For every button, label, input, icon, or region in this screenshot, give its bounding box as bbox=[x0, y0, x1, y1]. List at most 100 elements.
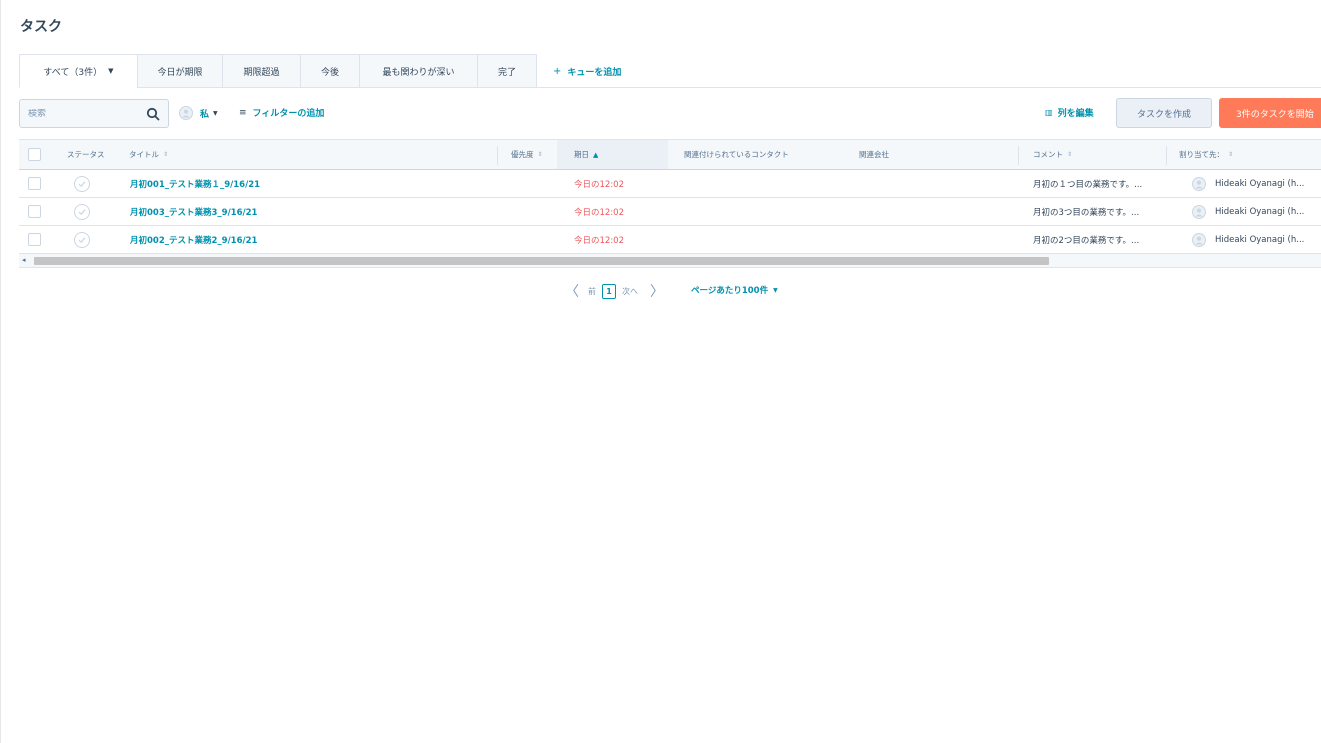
table-row: 月初001_テスト業務１_9/16/21 今日の12:02 月初の１つ目の業務で… bbox=[19, 170, 1321, 198]
column-header-company[interactable]: 関連会社 bbox=[859, 140, 889, 169]
comment-text: 月初の3つ目の業務です。... bbox=[1033, 207, 1140, 218]
assignee-name: Hideaki Oyanagi (h... bbox=[1215, 178, 1305, 189]
tab-completed[interactable]: 完了 bbox=[477, 54, 537, 88]
column-header-title[interactable]: タイトル ⇕ bbox=[129, 140, 168, 169]
add-filter-button[interactable]: ≡ フィルターの追加 bbox=[239, 106, 325, 120]
app-frame: タスク すべて（3件） ▼ 今日が期限 期限超過 今後 最も関わりが深い 完了 … bbox=[0, 0, 1321, 743]
tab-overdue[interactable]: 期限超過 bbox=[222, 54, 300, 88]
column-header-due-label: 期日 bbox=[574, 150, 589, 159]
column-header-title-label: タイトル bbox=[129, 150, 159, 159]
add-filter-label: フィルターの追加 bbox=[252, 109, 325, 119]
tabs-divider bbox=[537, 87, 1321, 88]
complete-check-icon[interactable] bbox=[74, 175, 90, 192]
task-title-link[interactable]: 月初002_テスト業務2_9/16/21 bbox=[130, 226, 257, 253]
current-page[interactable]: 1 bbox=[602, 283, 616, 299]
page-title: タスク bbox=[20, 19, 62, 35]
column-header-priority[interactable]: 優先度 ⇕ bbox=[511, 140, 543, 169]
add-queue-label: キューを追加 bbox=[567, 67, 622, 78]
row-checkbox[interactable] bbox=[28, 177, 41, 190]
avatar-icon bbox=[1192, 204, 1206, 219]
complete-check-icon[interactable] bbox=[74, 231, 90, 248]
complete-check-icon[interactable] bbox=[74, 203, 90, 220]
assignee-name: Hideaki Oyanagi (h... bbox=[1215, 234, 1305, 245]
edit-columns-button[interactable]: ▥ 列を編集 bbox=[1045, 106, 1094, 119]
column-header-contacts[interactable]: 関連付けられているコンタクト bbox=[684, 140, 789, 169]
status-cell bbox=[74, 170, 90, 197]
assignee-cell: Hideaki Oyanagi (h... bbox=[1192, 226, 1304, 253]
task-title-link[interactable]: 月初001_テスト業務１_9/16/21 bbox=[130, 170, 260, 197]
chevron-right-icon[interactable]: 〉 bbox=[650, 281, 664, 301]
task-title-link[interactable]: 月初003_テスト業務3_9/16/21 bbox=[130, 198, 257, 225]
per-page-label: ページあたり100件 bbox=[691, 286, 769, 296]
avatar-icon bbox=[1192, 176, 1206, 191]
create-task-button[interactable]: タスクを作成 bbox=[1116, 98, 1212, 128]
column-header-priority-label: 優先度 bbox=[511, 150, 534, 159]
select-all-checkbox[interactable] bbox=[28, 148, 41, 161]
owner-filter-label: 私 bbox=[200, 109, 210, 120]
tab-all[interactable]: すべて（3件） ▼ bbox=[19, 54, 137, 88]
add-queue-button[interactable]: + キューを追加 bbox=[553, 54, 621, 88]
select-all-checkbox-cell bbox=[28, 140, 41, 169]
table-row: 月初003_テスト業務3_9/16/21 今日の12:02 月初の3つ目の業務で… bbox=[19, 198, 1321, 226]
status-cell bbox=[74, 226, 90, 253]
tab-upcoming-label: 今後 bbox=[320, 67, 339, 78]
tasks-table: ステータス タイトル ⇕ 優先度 ⇕ 期日 ▲ 関連付けられているコンタクト 関… bbox=[19, 139, 1321, 254]
column-header-due[interactable]: 期日 ▲ bbox=[574, 140, 598, 169]
row-checkbox-cell bbox=[28, 226, 41, 253]
per-page-dropdown[interactable]: ページあたり100件 ▼ bbox=[691, 284, 778, 296]
row-checkbox-cell bbox=[28, 198, 41, 225]
tab-all-label: すべて（3件） bbox=[43, 67, 103, 78]
start-tasks-button[interactable]: 3件のタスクを開始 bbox=[1219, 98, 1321, 128]
prev-page-button[interactable]: 前 bbox=[588, 286, 596, 297]
sort-icon: ⇕ bbox=[537, 151, 543, 158]
comment-text: 月初の１つ目の業務です。... bbox=[1033, 179, 1143, 190]
scrollbar-thumb[interactable] bbox=[34, 257, 1049, 265]
row-checkbox-cell bbox=[28, 170, 41, 197]
column-divider bbox=[1018, 146, 1019, 165]
tab-completed-label: 完了 bbox=[497, 67, 516, 78]
tab-upcoming[interactable]: 今後 bbox=[300, 54, 359, 88]
column-header-status[interactable]: ステータス bbox=[67, 140, 105, 169]
search-input[interactable] bbox=[28, 108, 138, 119]
caret-down-icon: ▼ bbox=[213, 109, 218, 117]
scroll-left-icon[interactable]: ◂ bbox=[22, 256, 26, 264]
column-header-comment-label: コメント bbox=[1033, 150, 1063, 159]
sort-icon: ⇕ bbox=[1228, 151, 1234, 158]
horizontal-scrollbar[interactable]: ◂ bbox=[19, 254, 1321, 268]
search-icon[interactable] bbox=[146, 107, 160, 121]
column-divider bbox=[1166, 146, 1167, 165]
avatar-icon bbox=[1192, 232, 1206, 247]
column-header-company-label: 関連会社 bbox=[859, 150, 889, 159]
tab-due-today-label: 今日が期限 bbox=[157, 67, 203, 78]
column-header-status-label: ステータス bbox=[67, 150, 105, 159]
avatar-icon bbox=[179, 106, 193, 120]
column-header-assignee[interactable]: 割り当て先： ⇕ bbox=[1179, 140, 1233, 169]
table-row: 月初002_テスト業務2_9/16/21 今日の12:02 月初の2つ目の業務で… bbox=[19, 226, 1321, 254]
due-date: 今日の12:02 bbox=[574, 207, 624, 218]
status-cell bbox=[74, 198, 90, 225]
assignee-cell: Hideaki Oyanagi (h... bbox=[1192, 170, 1304, 197]
tab-most-engaged[interactable]: 最も関わりが深い bbox=[359, 54, 477, 88]
chevron-left-icon[interactable]: 〈 bbox=[565, 281, 579, 301]
assignee-name: Hideaki Oyanagi (h... bbox=[1215, 206, 1305, 217]
sort-icon: ⇕ bbox=[163, 151, 169, 158]
row-checkbox[interactable] bbox=[28, 233, 41, 246]
due-date: 今日の12:02 bbox=[574, 235, 624, 246]
owner-filter-dropdown[interactable]: 私 ▼ bbox=[179, 106, 218, 120]
columns-icon: ▥ bbox=[1045, 108, 1053, 117]
column-header-comment[interactable]: コメント ⇕ bbox=[1033, 140, 1072, 169]
plus-icon: + bbox=[553, 65, 562, 77]
next-page-button[interactable]: 次へ bbox=[622, 286, 638, 297]
edit-columns-label: 列を編集 bbox=[1057, 109, 1094, 119]
comment-text: 月初の2つ目の業務です。... bbox=[1033, 235, 1140, 246]
column-header-contacts-label: 関連付けられているコンタクト bbox=[684, 150, 789, 159]
due-date: 今日の12:02 bbox=[574, 179, 624, 190]
table-header: ステータス タイトル ⇕ 優先度 ⇕ 期日 ▲ 関連付けられているコンタクト 関… bbox=[19, 139, 1321, 170]
pagination: 〈 前 1 次へ 〉 bbox=[565, 281, 664, 301]
column-divider bbox=[497, 146, 498, 165]
search-box bbox=[19, 99, 169, 128]
tab-due-today[interactable]: 今日が期限 bbox=[137, 54, 222, 88]
assignee-cell: Hideaki Oyanagi (h... bbox=[1192, 198, 1304, 225]
tab-overdue-label: 期限超過 bbox=[243, 67, 280, 78]
row-checkbox[interactable] bbox=[28, 205, 41, 218]
